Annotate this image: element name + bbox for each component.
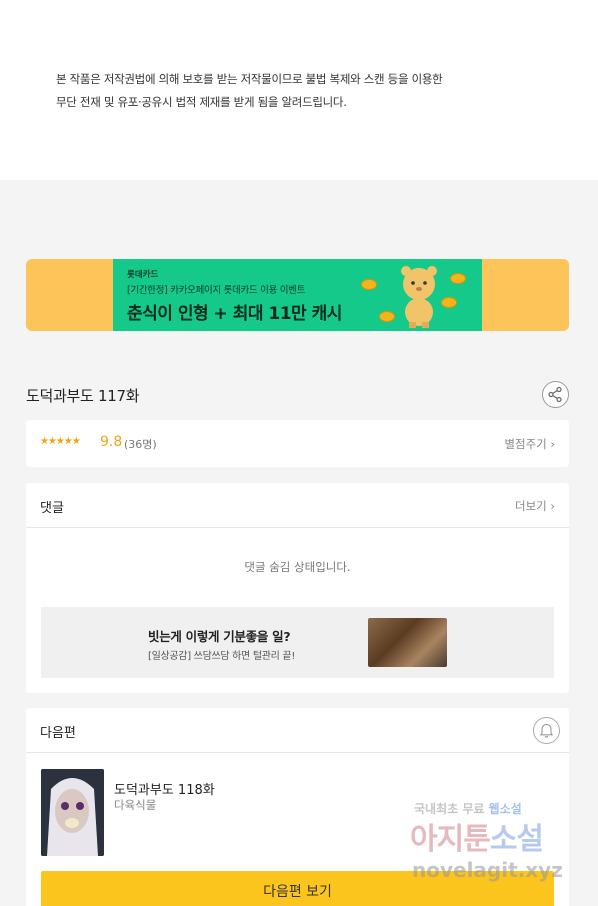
comments-more-link[interactable]: 더보기 › <box>515 498 555 514</box>
notice-line-1: 본 작품은 저작권법에 의해 보호를 받는 저작물이므로 불법 복제와 스캔 등… <box>56 72 443 86</box>
rate-button[interactable]: 별점주기 › <box>504 436 555 452</box>
bell-icon <box>539 723 554 738</box>
comments-title: 댓글 <box>40 501 64 516</box>
comments-hidden-message: 댓글 숨김 상태입니다. <box>244 560 351 574</box>
share-icon <box>548 386 562 403</box>
rating-count: (36명) <box>124 438 157 451</box>
copyright-notice: 본 작품은 저작권법에 의해 보호를 받는 저작물이므로 불법 복제와 스캔 등… <box>0 0 598 180</box>
ad-subtitle: [일상공감] 쓰담쓰담 하면 털관리 끝! <box>148 651 296 662</box>
rating-stars: ★★★★★ <box>40 436 81 447</box>
ad-title: 빗는게 이렇게 기분좋을 일? <box>148 629 291 644</box>
notification-button[interactable] <box>533 717 560 744</box>
coin-icon <box>379 311 395 322</box>
next-episode-button[interactable]: 다음편 보기 <box>41 871 554 906</box>
ad-cat-image <box>368 618 447 667</box>
next-episode-section-title: 다음편 <box>40 726 76 741</box>
promo-banner-content: 롯데카드 [기간한정] 카카오페이지 롯데카드 이용 이벤트 춘식이 인형 + … <box>113 259 482 331</box>
coin-icon <box>450 273 466 284</box>
next-episode-title[interactable]: 도덕과부도 118화 <box>114 779 215 798</box>
next-episode-thumbnail[interactable] <box>41 769 104 856</box>
ad-banner[interactable]: 빗는게 이렇게 기분좋을 일? [일상공감] 쓰담쓰담 하면 털관리 끝! <box>41 607 554 678</box>
rating-score: 9.8 <box>100 434 123 450</box>
coin-icon <box>441 297 457 308</box>
coin-icon <box>361 279 377 290</box>
banner-subtitle: [기간한정] 카카오페이지 롯데카드 이용 이벤트 <box>127 285 306 296</box>
promo-banner[interactable]: 롯데카드 [기간한정] 카카오페이지 롯데카드 이용 이벤트 춘식이 인형 + … <box>26 259 569 331</box>
rating-card: ★★★★★ 9.8 (36명) 별점주기 › <box>26 420 569 467</box>
next-episode-card: 다음편 도덕과부도 118화 다육식물 다음편 보기 <box>26 708 569 906</box>
notice-line-2: 무단 전재 및 유포·공유시 법적 제재를 받게 됨을 알려드립니다. <box>56 95 347 109</box>
banner-brand: 롯데카드 <box>127 270 159 280</box>
comments-card: 댓글 더보기 › 댓글 숨김 상태입니다. 빗는게 이렇게 기분좋을 일? [일… <box>26 483 569 693</box>
bear-mascot-icon <box>401 266 437 328</box>
banner-headline: 춘식이 인형 + 최대 11만 캐시 <box>127 304 342 324</box>
next-episode-author: 다육식물 <box>114 798 157 812</box>
share-button[interactable] <box>542 381 569 408</box>
episode-title: 도덕과부도 117화 <box>26 387 140 405</box>
comments-header: 댓글 더보기 › <box>26 483 569 528</box>
character-thumbnail-icon <box>41 769 104 856</box>
next-episode-header: 다음편 <box>26 708 569 753</box>
